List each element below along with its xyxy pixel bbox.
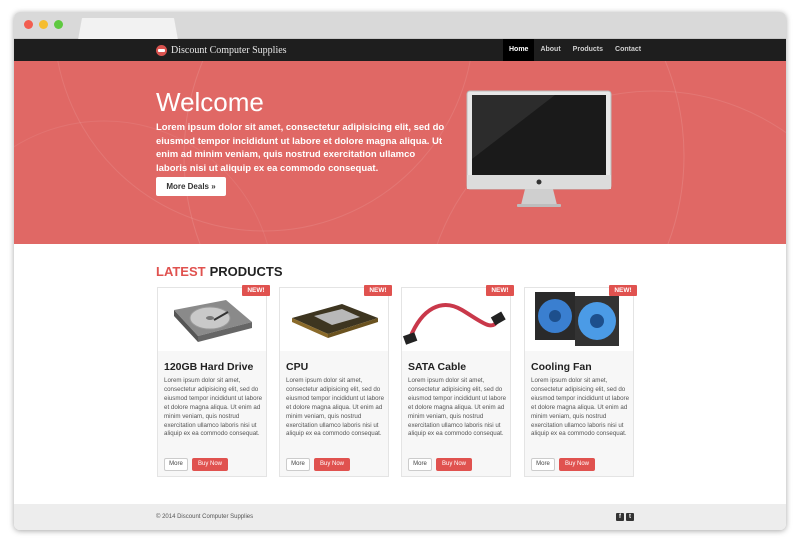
- product-title[interactable]: 120GB Hard Drive: [164, 361, 253, 373]
- more-button[interactable]: More: [164, 458, 188, 471]
- browser-window: Discount Computer Supplies Home About Pr…: [14, 12, 786, 530]
- more-button[interactable]: More: [531, 458, 555, 471]
- product-description: Lorem ipsum dolor sit amet, consectetur …: [286, 377, 385, 438]
- nav-links: Home About Products Contact: [503, 39, 647, 61]
- nav-item-home[interactable]: Home: [503, 39, 535, 61]
- nav-item-about[interactable]: About: [534, 39, 566, 61]
- sata-cable-icon: [402, 303, 506, 345]
- buy-now-button[interactable]: Buy Now: [559, 458, 595, 471]
- brand-logo-icon: [156, 44, 167, 56]
- maximize-window-icon[interactable]: [54, 20, 63, 29]
- buy-now-button[interactable]: Buy Now: [436, 458, 472, 471]
- copyright-text: © 2014 Discount Computer Supplies: [156, 514, 254, 520]
- cooling-fan-icon: [535, 292, 619, 346]
- close-window-icon[interactable]: [24, 20, 33, 29]
- product-title[interactable]: Cooling Fan: [531, 361, 592, 373]
- minimize-window-icon[interactable]: [39, 20, 48, 29]
- new-badge: NEW!: [486, 285, 514, 296]
- twitter-icon[interactable]: t: [626, 513, 634, 521]
- navbar: Discount Computer Supplies Home About Pr…: [14, 39, 786, 61]
- new-badge: NEW!: [242, 285, 270, 296]
- product-description: Lorem ipsum dolor sit amet, consectetur …: [164, 377, 263, 438]
- more-button[interactable]: More: [286, 458, 310, 471]
- product-card: NEW! Cooling Fan Lorem ipsum dolor sit a…: [524, 285, 637, 477]
- new-badge: NEW!: [364, 285, 392, 296]
- brand[interactable]: Discount Computer Supplies: [156, 43, 287, 57]
- buy-now-button[interactable]: Buy Now: [314, 458, 350, 471]
- product-description: Lorem ipsum dolor sit amet, consectetur …: [531, 377, 630, 438]
- more-deals-button[interactable]: More Deals »: [156, 177, 226, 196]
- product-card: NEW! CPU Lorem ipsum dolor sit amet, con…: [279, 285, 392, 477]
- product-description: Lorem ipsum dolor sit amet, consectetur …: [408, 377, 507, 438]
- product-card: NEW! SATA Cable Lorem ipsum dolor sit am…: [401, 285, 514, 477]
- cpu-icon: [292, 304, 378, 338]
- facebook-icon[interactable]: f: [616, 513, 624, 521]
- latest-products-title: LATEST PRODUCTS: [156, 264, 283, 279]
- more-button[interactable]: More: [408, 458, 432, 471]
- hard-drive-icon: [174, 300, 252, 342]
- social-links: f t: [616, 513, 634, 521]
- product-image[interactable]: [525, 288, 633, 351]
- footer: © 2014 Discount Computer Supplies f t: [14, 504, 786, 530]
- nav-item-contact[interactable]: Contact: [609, 39, 647, 61]
- hero-banner: Welcome Lorem ipsum dolor sit amet, cons…: [14, 61, 786, 244]
- hero-title: Welcome: [156, 87, 264, 117]
- product-title[interactable]: SATA Cable: [408, 361, 466, 373]
- nav-item-products[interactable]: Products: [567, 39, 609, 61]
- buy-now-button[interactable]: Buy Now: [192, 458, 228, 471]
- product-image[interactable]: [402, 288, 510, 351]
- product-card: NEW! 120GB Hard Drive Lorem ipsum dolor …: [157, 285, 270, 477]
- browser-tab[interactable]: [78, 18, 178, 40]
- product-image[interactable]: [280, 288, 388, 351]
- imac-image: [466, 90, 612, 207]
- browser-chrome: [14, 12, 786, 40]
- brand-name: Discount Computer Supplies: [171, 44, 287, 56]
- new-badge: NEW!: [609, 285, 637, 296]
- product-title[interactable]: CPU: [286, 361, 308, 373]
- hero-text: Lorem ipsum dolor sit amet, consectetur …: [156, 122, 445, 174]
- product-image[interactable]: [158, 288, 266, 351]
